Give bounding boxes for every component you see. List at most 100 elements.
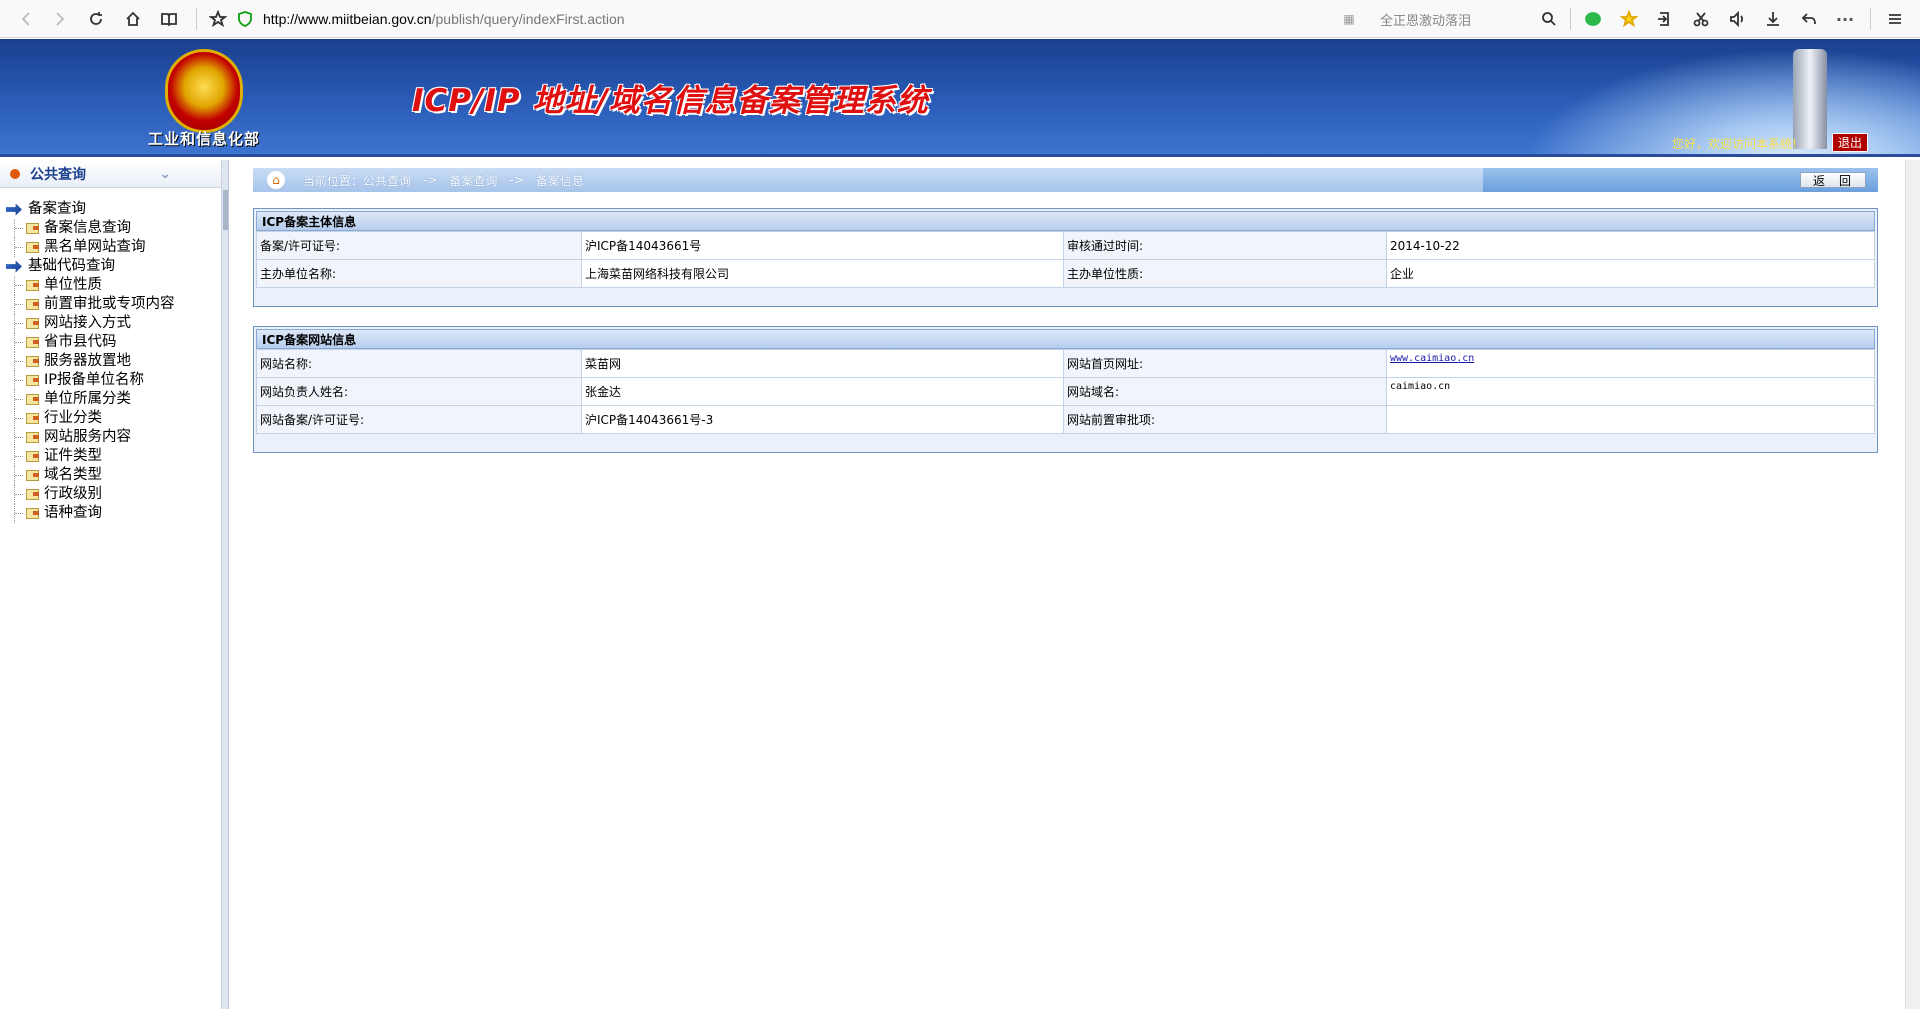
website-info-table: 网站名称: 菜苗网 网站首页网址: www.caimiao.cn 网站负责人姓名… <box>256 349 1875 434</box>
tree-item-beian-info[interactable]: 备案信息查询 <box>6 219 175 238</box>
wechat-icon[interactable] <box>1580 0 1606 38</box>
table-row: 网站负责人姓名: 张金达 网站域名: caimiao.cn <box>256 377 1875 406</box>
field-label: 备案/许可证号: <box>256 231 582 260</box>
tree-group-codes[interactable]: 基础代码查询 <box>6 257 175 276</box>
panel-title: ICP备案主体信息 <box>256 211 1875 231</box>
qr-icon[interactable]: ▦ <box>1338 0 1360 38</box>
group-arrow-icon <box>6 203 22 216</box>
field-label: 网站备案/许可证号: <box>256 405 582 434</box>
menu-icon[interactable] <box>1880 0 1910 38</box>
page-icon <box>26 413 39 424</box>
field-label: 网站域名: <box>1063 377 1387 406</box>
organizer-type-value: 企业 <box>1386 259 1875 288</box>
tree-item-industry[interactable]: 行业分类 <box>6 409 175 428</box>
tree-item-label: 证件类型 <box>44 448 102 464</box>
site-banner: 工业和信息化部 ICP/IP 地址/域名信息备案管理系统 您好，欢迎访问本系统!… <box>0 39 1920 157</box>
page-icon <box>26 299 39 310</box>
home-icon[interactable]: ⌂ <box>267 171 285 189</box>
panel-footer <box>256 434 1875 450</box>
tree-item-label: 服务器放置地 <box>44 353 131 369</box>
sidebar-splitter[interactable] <box>222 160 229 1009</box>
page-icon <box>26 280 39 291</box>
orange-dot-icon <box>10 168 20 179</box>
tree-item-label: 行政级别 <box>44 486 102 502</box>
url-text[interactable]: http://www.miitbeian.gov.cn/publish/quer… <box>263 11 625 27</box>
splitter-handle[interactable] <box>223 190 228 230</box>
page-icon <box>26 318 39 329</box>
scissors-icon[interactable] <box>1688 0 1714 38</box>
browser-toolbar: http://www.miitbeian.gov.cn/publish/quer… <box>0 0 1920 38</box>
pre-approval-value <box>1386 405 1875 434</box>
website-info-panel: ICP备案网站信息 网站名称: 菜苗网 网站首页网址: www.caimiao.… <box>253 326 1878 453</box>
tree-item-pre-approval[interactable]: 前置审批或专项内容 <box>6 295 175 314</box>
tree-item-blacklist[interactable]: 黑名单网站查询 <box>6 238 175 257</box>
page-icon <box>26 451 39 462</box>
star-icon[interactable] <box>1616 0 1642 38</box>
entity-info-table: 备案/许可证号: 沪ICP备14043661号 审核通过时间: 2014-10-… <box>256 231 1875 288</box>
sidebar-header-label: 公共查询 <box>30 166 86 183</box>
system-title: ICP/IP 地址/域名信息备案管理系统 <box>412 83 929 119</box>
field-label: 网站负责人姓名: <box>256 377 582 406</box>
forward-icon[interactable] <box>46 0 72 38</box>
breadcrumb-level3: 备案信息 <box>535 173 584 188</box>
vertical-scrollbar[interactable] <box>1905 160 1920 1009</box>
address-bar[interactable]: http://www.miitbeian.gov.cn/publish/quer… <box>204 6 1330 32</box>
home-icon[interactable] <box>120 0 146 38</box>
tree-item-label: IP报备单位名称 <box>44 372 145 388</box>
undo-icon[interactable] <box>1796 0 1822 38</box>
main-content: ⌂ 当前位置：公共查询 -> 备案查询 -> 备案信息 返回 ICP备案主体信息… <box>230 160 1920 1009</box>
back-icon[interactable] <box>14 0 40 38</box>
back-button[interactable]: 返回 <box>1800 172 1866 188</box>
group-arrow-icon <box>6 260 22 273</box>
welcome-text: 您好，欢迎访问本系统! <box>1672 137 1797 151</box>
tree-item-label: 黑名单网站查询 <box>44 239 146 255</box>
tree-item-server-location[interactable]: 服务器放置地 <box>6 352 175 371</box>
logout-button[interactable]: 退出 <box>1832 133 1869 152</box>
tree-group-label: 基础代码查询 <box>28 258 115 274</box>
page-icon <box>26 394 39 405</box>
search-icon[interactable] <box>1536 0 1562 38</box>
sidebar: 公共查询 ⌄ 备案查询 备案信息查询 黑名单网站查询 基础代码查询 单位性质 前… <box>0 160 222 1009</box>
site-owner-value: 张金达 <box>581 377 1064 406</box>
homepage-url-link[interactable]: www.caimiao.cn <box>1390 353 1474 364</box>
page-icon <box>26 508 39 519</box>
reload-icon[interactable] <box>83 0 109 38</box>
tree-item-ip-unit[interactable]: IP报备单位名称 <box>6 371 175 390</box>
tree-item-admin-level[interactable]: 行政级别 <box>6 485 175 504</box>
reader-icon[interactable] <box>156 0 182 38</box>
tree-item-region-code[interactable]: 省市县代码 <box>6 333 175 352</box>
sync-icon[interactable] <box>1652 0 1678 38</box>
tree-item-label: 单位性质 <box>44 277 102 293</box>
site-name-value: 菜苗网 <box>581 349 1064 378</box>
tree-group-beian[interactable]: 备案查询 <box>6 200 175 219</box>
field-label: 网站首页网址: <box>1063 349 1387 378</box>
speaker-icon[interactable] <box>1724 0 1750 38</box>
page-icon <box>26 375 39 386</box>
tree-item-label: 网站服务内容 <box>44 429 131 445</box>
more-icon[interactable]: ··· <box>1832 0 1858 38</box>
tree-item-unit-nature[interactable]: 单位性质 <box>6 276 175 295</box>
tree-item-label: 前置审批或专项内容 <box>44 296 175 312</box>
tree-item-language[interactable]: 语种查询 <box>6 504 175 523</box>
tree-group-label: 备案查询 <box>28 201 86 217</box>
sidebar-header[interactable]: 公共查询 ⌄ <box>0 160 221 188</box>
download-icon[interactable] <box>1760 0 1786 38</box>
tree-item-service-content[interactable]: 网站服务内容 <box>6 428 175 447</box>
page-icon <box>26 432 39 443</box>
page-icon <box>26 242 39 253</box>
tree-item-unit-category[interactable]: 单位所属分类 <box>6 390 175 409</box>
field-label: 主办单位性质: <box>1063 259 1387 288</box>
tree-item-domain-type[interactable]: 域名类型 <box>6 466 175 485</box>
tree-item-certificate-type[interactable]: 证件类型 <box>6 447 175 466</box>
tree-item-label: 单位所属分类 <box>44 391 131 407</box>
tree-item-access-method[interactable]: 网站接入方式 <box>6 314 175 333</box>
approval-date-value: 2014-10-22 <box>1386 231 1875 260</box>
table-row: 主办单位名称: 上海菜苗网络科技有限公司 主办单位性质: 企业 <box>256 259 1875 288</box>
tree-item-label: 域名类型 <box>44 467 102 483</box>
page-icon <box>26 337 39 348</box>
url-host: http://www.miitbeian.gov.cn <box>263 11 432 27</box>
breadcrumb-arrow: -> <box>423 173 438 187</box>
field-label: 网站前置审批项: <box>1063 405 1387 434</box>
chevron-down-icon[interactable]: ⌄ <box>159 166 171 182</box>
page-icon <box>26 470 39 481</box>
